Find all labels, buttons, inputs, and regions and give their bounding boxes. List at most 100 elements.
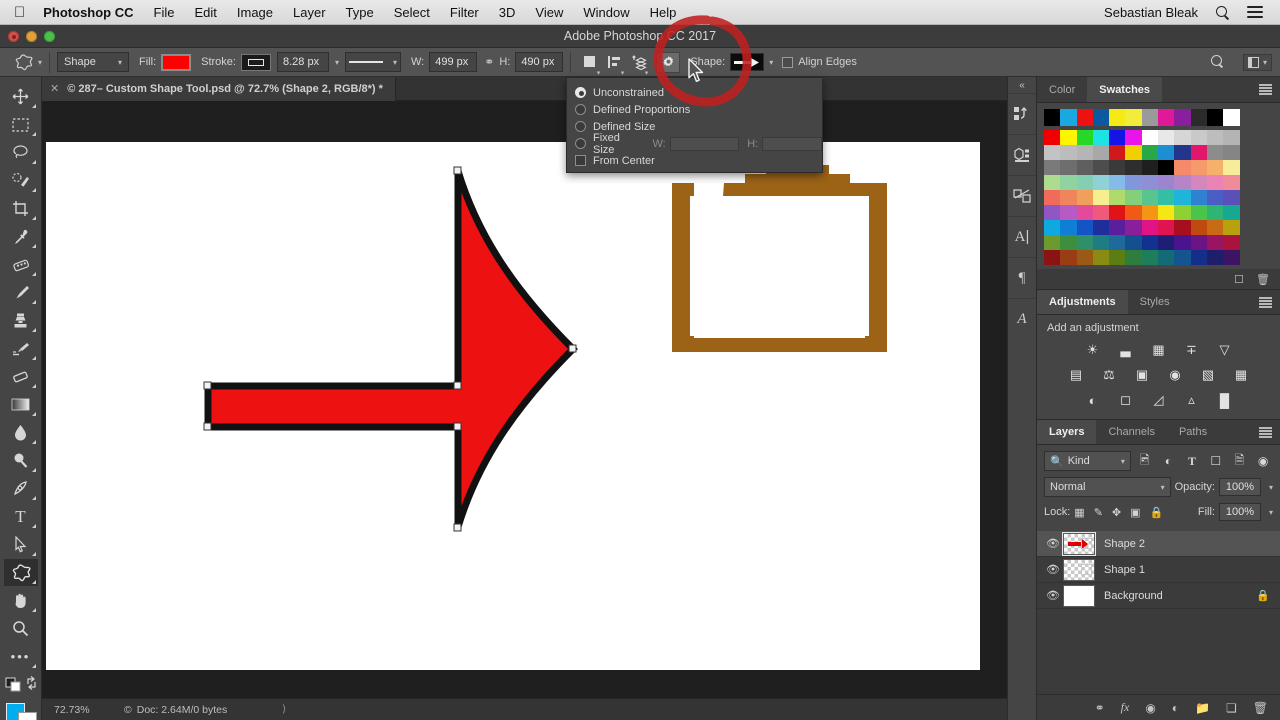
delete-layer-icon[interactable]: 🗑 — [1253, 701, 1268, 715]
hand-tool[interactable] — [4, 587, 38, 614]
geometry-option-unconstrained[interactable]: Unconstrained — [575, 84, 822, 101]
blur-tool[interactable] — [4, 419, 38, 446]
panel-menu-icon[interactable] — [1259, 84, 1272, 95]
path-selection-tool[interactable] — [4, 531, 38, 558]
color-swatch[interactable] — [1174, 190, 1191, 205]
color-swatch[interactable] — [1223, 145, 1240, 160]
color-swatch[interactable] — [1076, 130, 1093, 145]
path-alignment-icon[interactable]: ▾ — [602, 52, 626, 77]
app-name-menu[interactable]: Photoshop CC — [43, 5, 133, 20]
stroke-width-field[interactable]: 8.28 px — [276, 52, 329, 72]
color-swatch[interactable] — [1060, 175, 1077, 190]
new-layer-icon[interactable]: ❏ — [1226, 701, 1237, 715]
panel-menu-icon[interactable] — [1259, 427, 1272, 438]
color-swatch[interactable] — [1109, 130, 1126, 145]
color-swatch[interactable] — [1190, 145, 1207, 160]
layer-name[interactable]: Shape 1 — [1104, 564, 1145, 576]
color-swatch[interactable] — [1092, 145, 1110, 160]
menu-view[interactable]: View — [535, 5, 563, 20]
lock-transparency-icon[interactable]: ▦ — [1074, 506, 1084, 519]
zoom-level[interactable]: 72.73% — [54, 704, 124, 716]
color-swatch[interactable] — [1158, 250, 1175, 265]
color-swatch[interactable] — [1141, 130, 1159, 145]
color-swatch[interactable] — [1158, 160, 1175, 175]
filter-adjustment-icon[interactable]: ◐ — [1159, 452, 1179, 471]
recent-swatch[interactable] — [1223, 109, 1240, 126]
color-swatch[interactable] — [1141, 160, 1159, 175]
radio-icon[interactable] — [575, 121, 586, 132]
brush-tool[interactable] — [4, 279, 38, 306]
color-swatch[interactable] — [1044, 220, 1061, 235]
stroke-style-picker[interactable]: ▾ — [345, 52, 401, 72]
layer-thumbnail[interactable] — [1063, 558, 1095, 581]
filter-toggle-icon[interactable]: ◉ — [1253, 452, 1273, 471]
filter-smart-object-icon[interactable]: 🗎 — [1230, 452, 1250, 471]
exposure-icon[interactable]: ∓ — [1182, 341, 1201, 359]
posterize-icon[interactable]: ◻ — [1116, 391, 1135, 409]
custom-shape-tool[interactable] — [3, 559, 38, 586]
color-swatch[interactable] — [1092, 250, 1110, 265]
tab-channels[interactable]: Channels — [1096, 420, 1167, 444]
geometry-option-fixed-size[interactable]: Fixed Size W: H: — [575, 132, 822, 156]
color-swatch[interactable] — [1060, 160, 1077, 175]
color-swatch[interactable] — [1125, 175, 1142, 190]
shape-preview-icon[interactable] — [730, 53, 765, 71]
photo-filter-icon[interactable]: ◉ — [1166, 366, 1185, 384]
color-swatch[interactable] — [1223, 175, 1240, 190]
color-swatch[interactable] — [1076, 235, 1093, 250]
color-swatch[interactable] — [1174, 250, 1191, 265]
black-white-icon[interactable]: ▣ — [1133, 366, 1152, 384]
color-swatch[interactable] — [1141, 220, 1159, 235]
color-swatch[interactable] — [1109, 250, 1126, 265]
color-swatch[interactable] — [1141, 175, 1159, 190]
invert-icon[interactable]: ◐ — [1083, 391, 1102, 409]
fill-color-swatch[interactable] — [161, 53, 192, 71]
threshold-icon[interactable]: ◿ — [1149, 391, 1168, 409]
crop-tool[interactable] — [4, 195, 38, 222]
color-swatch[interactable] — [1206, 205, 1224, 220]
default-and-swap-colors[interactable] — [4, 671, 38, 695]
color-swatch[interactable] — [1174, 205, 1191, 220]
color-swatch[interactable] — [1206, 160, 1224, 175]
workspace-switcher-icon[interactable]: ▾ — [1242, 53, 1272, 71]
libraries-icon[interactable] — [1008, 93, 1036, 134]
color-swatch[interactable] — [1109, 175, 1126, 190]
color-swatch[interactable] — [1158, 130, 1175, 145]
recent-swatch[interactable] — [1109, 109, 1126, 126]
layer-visibility-icon[interactable]: 👁 — [1043, 563, 1063, 576]
align-edges-checkbox[interactable] — [782, 56, 794, 68]
layer-mask-icon[interactable]: ◉ — [1145, 701, 1155, 715]
brightness-contrast-icon[interactable]: ☀ — [1083, 341, 1102, 359]
color-swatch[interactable] — [1044, 130, 1061, 145]
color-swatch[interactable] — [1109, 205, 1126, 220]
recent-swatch[interactable] — [1190, 109, 1207, 126]
color-swatch[interactable] — [1044, 250, 1061, 265]
menu-help[interactable]: Help — [650, 5, 677, 20]
color-swatch[interactable] — [1158, 205, 1175, 220]
color-swatch[interactable] — [1206, 220, 1224, 235]
color-swatch[interactable] — [1190, 175, 1207, 190]
close-window-button[interactable] — [8, 31, 19, 42]
color-swatch[interactable] — [1060, 130, 1077, 145]
color-swatch[interactable] — [1158, 145, 1175, 160]
path-operations-icon[interactable]: ▾ — [578, 52, 602, 77]
color-swatch[interactable] — [1223, 220, 1240, 235]
dodge-tool[interactable] — [4, 447, 38, 474]
new-group-icon[interactable]: 📁 — [1195, 701, 1210, 715]
color-swatch[interactable] — [1158, 175, 1175, 190]
stroke-width-caret-icon[interactable]: ▾ — [335, 58, 339, 67]
delete-swatch-icon[interactable]: 🗑 — [1256, 273, 1270, 286]
color-swatch[interactable] — [1174, 220, 1191, 235]
expand-status-icon[interactable]: ⟩ — [282, 704, 286, 715]
radio-icon[interactable] — [575, 138, 586, 149]
recent-swatch[interactable] — [1141, 109, 1159, 126]
menu-image[interactable]: Image — [237, 5, 273, 20]
recent-swatch[interactable] — [1044, 109, 1061, 126]
macos-user-name[interactable]: Sebastian Bleak — [1104, 5, 1198, 20]
color-balance-icon[interactable]: ⚖ — [1100, 366, 1119, 384]
color-swatch[interactable] — [1174, 235, 1191, 250]
radio-icon[interactable] — [575, 104, 586, 115]
tab-color[interactable]: Color — [1037, 77, 1088, 102]
fill-caret-icon[interactable]: ▾ — [1269, 508, 1273, 517]
recent-swatch[interactable] — [1174, 109, 1191, 126]
